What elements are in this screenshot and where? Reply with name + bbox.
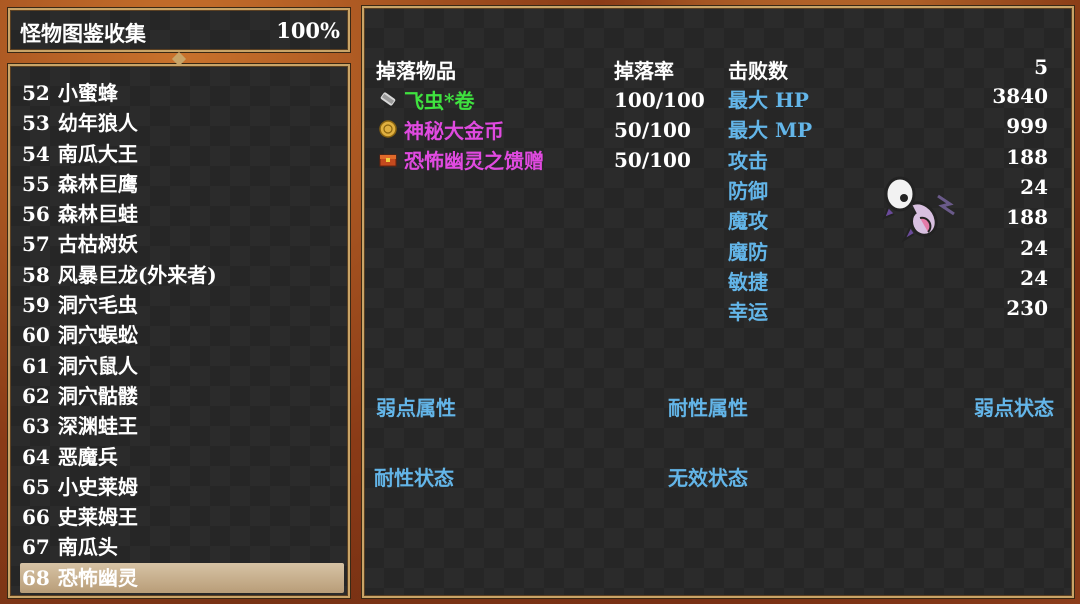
stat-value: 188: [1006, 144, 1048, 169]
monster-number: 63: [22, 414, 50, 439]
monster-list-item[interactable]: 64 恶魔兵: [20, 442, 344, 472]
monster-number: 57: [22, 232, 50, 257]
monster-list-item[interactable]: 61 洞穴鼠人: [20, 351, 344, 381]
monster-name: 洞穴毛虫: [57, 293, 138, 318]
monster-number: 68: [22, 565, 50, 590]
drop-name: 神秘大金币: [404, 118, 504, 143]
monster-number: 55: [22, 171, 50, 196]
monster-list-item[interactable]: 53 幼年狼人: [20, 108, 344, 138]
stat-label: 魔攻: [728, 209, 768, 234]
monster-number: 58: [22, 262, 50, 287]
monster-name: 森林巨鹰: [57, 171, 138, 196]
monster-list-item[interactable]: 54 南瓜大王: [20, 139, 344, 169]
scroll-icon: [378, 89, 398, 109]
kills-value: 5: [1034, 55, 1048, 79]
monster-list-item[interactable]: 63 深渊蛙王: [20, 411, 344, 441]
stat-label: 魔防: [728, 239, 768, 264]
stat-label: 最大 HP: [728, 88, 809, 112]
monster-list-item[interactable]: 68 恐怖幽灵: [20, 562, 344, 594]
stat-label: 攻击: [728, 148, 768, 173]
monster-list-item[interactable]: 57 古枯树妖: [20, 229, 344, 259]
monster-number: 53: [22, 111, 50, 136]
monster-list-item[interactable]: 65 小史莱姆: [20, 472, 344, 502]
drop-item: 神秘大金币: [378, 114, 504, 144]
monster-number: 62: [22, 383, 50, 408]
coin-icon: [378, 119, 398, 139]
monster-number: 66: [22, 505, 50, 530]
monster-number: 64: [22, 444, 50, 469]
drop-name: 恐怖幽灵之馈赠: [404, 148, 544, 173]
monster-sprite: [876, 174, 966, 246]
stat-value: 999: [1006, 114, 1048, 139]
monster-number: 65: [22, 474, 50, 499]
drop-rate: 50/100: [614, 118, 691, 142]
monster-list-item[interactable]: 52 小蜜蜂: [20, 78, 344, 108]
resist-attribute-label: 耐性属性: [668, 396, 748, 420]
monster-name: 幼年狼人: [57, 111, 138, 136]
monster-name: 深渊蛙王: [57, 414, 138, 439]
monster-name: 恐怖幽灵: [57, 565, 138, 590]
monster-name: 小蜜蜂: [57, 81, 118, 105]
resist-state-label: 耐性状态: [374, 466, 454, 490]
monster-list-item[interactable]: 67 南瓜头: [20, 532, 344, 562]
rate-header: 掉落率: [614, 59, 674, 83]
weak-attribute-label: 弱点属性: [376, 396, 456, 420]
monster-list-item[interactable]: 59 洞穴毛虫: [20, 290, 344, 320]
monster-number: 52: [22, 81, 50, 105]
monster-number: 59: [22, 293, 50, 318]
stat-label: 防御: [728, 178, 768, 203]
stat-value: 24: [1020, 235, 1048, 260]
stat-label: 幸运: [728, 300, 768, 325]
stat-value: 24: [1020, 265, 1048, 290]
monster-number: 60: [22, 323, 50, 348]
monster-list-item[interactable]: 56 森林巨蛙: [20, 199, 344, 229]
chest-icon: [378, 149, 398, 169]
stat-value: 230: [1006, 296, 1048, 321]
monster-number: 54: [22, 141, 50, 166]
stat-label: 最大 MP: [728, 118, 813, 143]
stat-label: 敏捷: [728, 269, 768, 294]
monster-list-item[interactable]: 60 洞穴蜈蚣: [20, 320, 344, 350]
monster-name: 森林巨蛙: [57, 202, 138, 227]
collection-title: 怪物图鉴收集: [20, 21, 146, 46]
monster-list: 52 小蜜蜂 53 幼年狼人 54 南瓜大王 55 森林巨鹰 56 森林巨蛙 57 古枯树妖 58 风暴巨…: [20, 78, 344, 594]
monster-list-item[interactable]: 66 史莱姆王: [20, 502, 344, 532]
monster-name: 古枯树妖: [57, 232, 138, 257]
monster-name: 史莱姆王: [57, 505, 138, 530]
stat-value: 188: [1006, 205, 1048, 230]
monster-number: 61: [22, 353, 50, 378]
monster-list-item[interactable]: 58 风暴巨龙(外来者): [20, 260, 344, 290]
monster-list-item[interactable]: 55 森林巨鹰: [20, 169, 344, 199]
monster-name: 风暴巨龙(外来者): [57, 262, 217, 287]
monster-name: 洞穴骷髅: [57, 383, 138, 408]
monster-name: 恶魔兵: [57, 444, 118, 469]
collection-title-window: 怪物图鉴收集 100%: [8, 8, 350, 52]
immune-state-label: 无效状态: [668, 466, 748, 490]
stat-value: 24: [1020, 174, 1048, 199]
drop-item: 恐怖幽灵之馈赠: [378, 144, 544, 174]
monster-list-window: 52 小蜜蜂 53 幼年狼人 54 南瓜大王 55 森林巨鹰 56 森林巨蛙 57 古枯树妖 58 风暴巨…: [8, 64, 350, 598]
monster-name: 洞穴蜈蚣: [57, 323, 138, 348]
drop-rate: 100/100: [614, 88, 705, 112]
weak-state-label: 弱点状态: [974, 396, 1054, 420]
monster-name: 南瓜头: [57, 535, 118, 560]
kills-header: 击败数: [728, 59, 788, 83]
monster-number: 67: [22, 535, 50, 560]
monster-detail-window: 掉落物品 掉落率 击败数 5 飞虫*卷 100/100 神秘大金币 50/100…: [362, 6, 1074, 598]
monster-name: 小史莱姆: [57, 474, 138, 499]
collection-percent: 100%: [276, 18, 340, 43]
monster-name: 洞穴鼠人: [57, 353, 138, 378]
drop-name: 飞虫*卷: [404, 88, 475, 113]
monster-name: 南瓜大王: [57, 141, 138, 166]
monster-list-item[interactable]: 62 洞穴骷髅: [20, 381, 344, 411]
stat-value: 3840: [992, 84, 1048, 108]
monster-number: 56: [22, 202, 50, 227]
drop-rate: 50/100: [614, 148, 691, 172]
drop-item: 飞虫*卷: [378, 84, 474, 114]
drops-header: 掉落物品: [376, 59, 456, 83]
